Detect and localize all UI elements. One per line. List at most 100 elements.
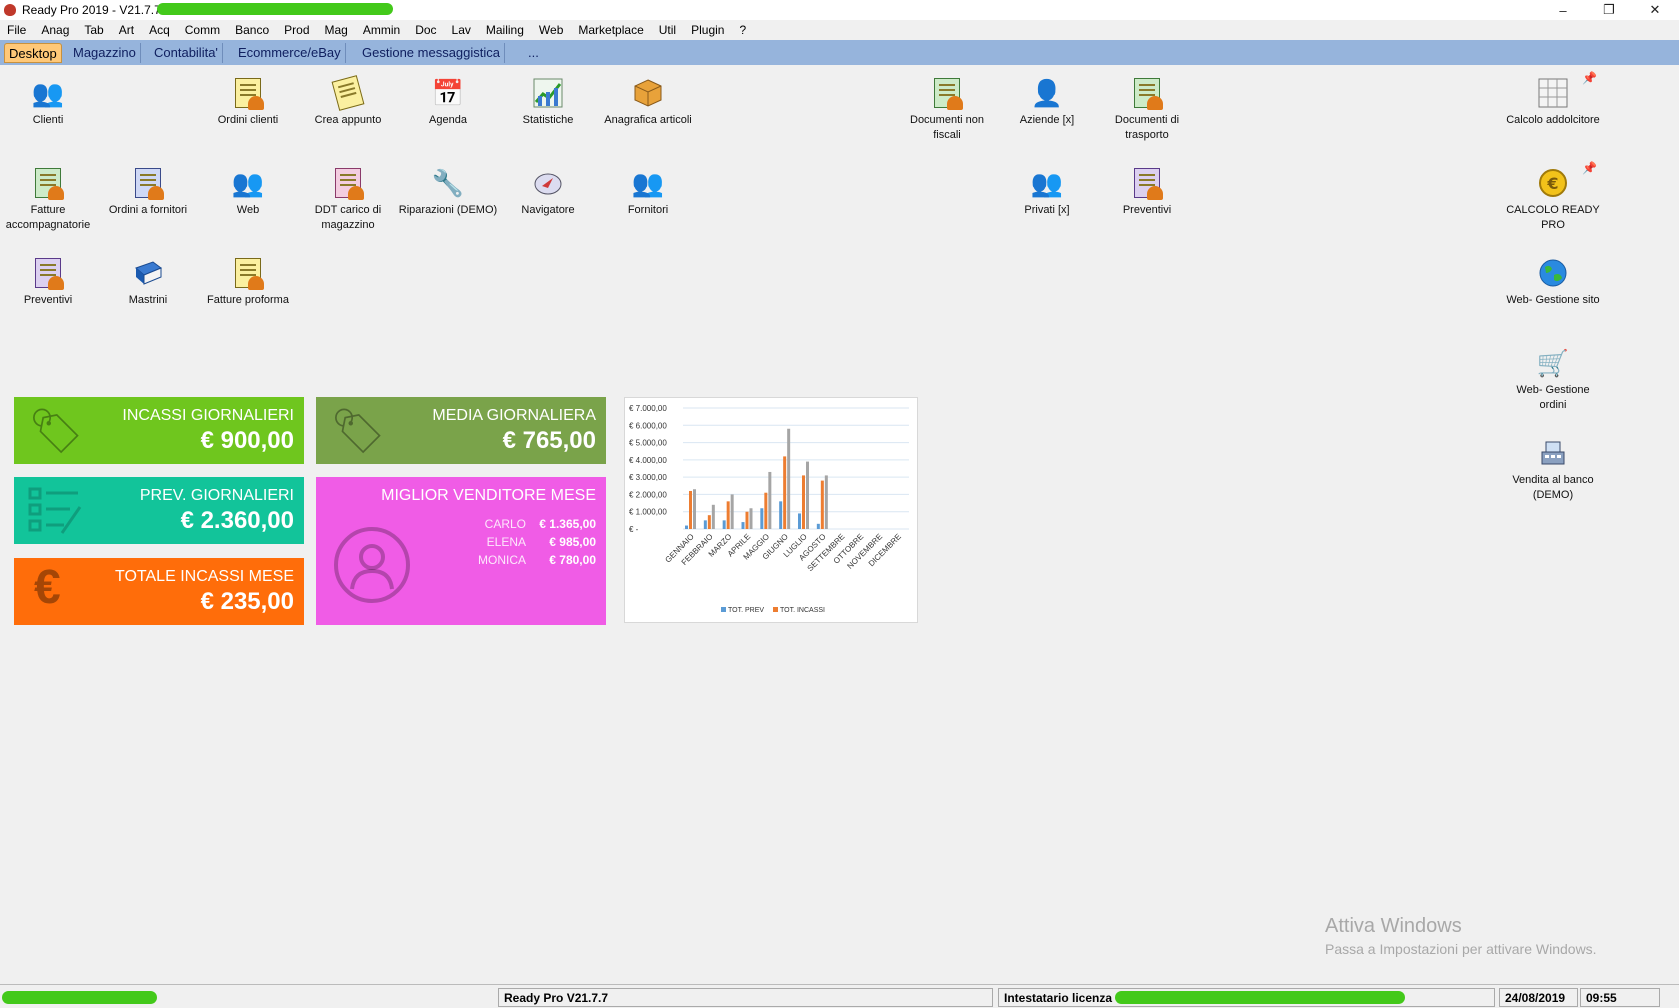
desktop-icon-label: Fornitori (627, 204, 669, 216)
menu-art[interactable]: Art (119, 23, 134, 37)
chart-bar (798, 513, 801, 529)
menu-ammin[interactable]: Ammin (363, 23, 400, 37)
y-tick-label: € - (629, 525, 639, 534)
seller-row: CARLO € 1.365,00 (456, 517, 596, 531)
desktop-icon-preventivi-left[interactable]: Preventivi (0, 257, 98, 308)
supplier-order-icon (132, 167, 164, 200)
desktop-icon-web-gestione-ordini[interactable]: 🛒 Web- Gestione ordini (1503, 347, 1603, 413)
menu-mailing[interactable]: Mailing (486, 23, 524, 37)
tile-title: TOTALE INCASSI MESE (114, 568, 294, 585)
menu-mag[interactable]: Mag (325, 23, 348, 37)
menu-anag[interactable]: Anag (41, 23, 69, 37)
chart-bar (711, 504, 715, 529)
menu-marketplace[interactable]: Marketplace (578, 23, 643, 37)
menu-doc[interactable]: Doc (415, 23, 436, 37)
desktop-icon-web-gestione-sito[interactable]: Web- Gestione sito (1503, 257, 1603, 308)
y-tick-label: € 6.000,00 (629, 421, 667, 430)
desktop-icon-calcolo-ready-pro[interactable]: € CALCOLO READY PRO (1503, 167, 1603, 233)
menu-comm[interactable]: Comm (185, 23, 220, 37)
desktop-icon-label-line1: Web- Gestione (1516, 384, 1590, 396)
tile-totale-incassi-mese[interactable]: € TOTALE INCASSI MESE € 235,00 (14, 558, 304, 625)
tab-desktop[interactable]: Desktop (4, 43, 62, 63)
desktop-icon-anagrafica-articoli[interactable]: Anagrafica articoli (598, 77, 698, 128)
tile-incassi-giornalieri[interactable]: 🏷 INCASSI GIORNALIERI € 900,00 (14, 397, 304, 464)
desktop-icon-ordini-fornitori[interactable]: Ordini a fornitori (98, 167, 198, 218)
redacted-license (1115, 991, 1405, 1004)
globe-icon (1537, 257, 1569, 289)
menu-tab[interactable]: Tab (84, 23, 103, 37)
desktop-icon-documenti-non-fiscali[interactable]: Documenti non fiscali (897, 77, 997, 143)
seller-name: MONICA (478, 553, 526, 567)
menu-banco[interactable]: Banco (235, 23, 269, 37)
desktop-icon-label-line2: accompagnatorie (5, 219, 91, 231)
menu-file[interactable]: File (7, 23, 26, 37)
desktop-icon-label: Mastrini (128, 294, 168, 306)
chart-bar (707, 515, 711, 529)
desktop-icon-web[interactable]: 👥 Web (198, 167, 298, 218)
desktop-icon-label-line1: Vendita al banco (1512, 474, 1594, 486)
tile-value: € 235,00 (200, 588, 294, 615)
tab-contabilita[interactable]: Contabilita' (150, 43, 223, 63)
desktop-icon-label: Preventivi (23, 294, 73, 306)
desktop-icon-crea-appunto[interactable]: Crea appunto (298, 75, 398, 128)
tile-miglior-venditore[interactable]: MIGLIOR VENDITORE MESE CARLO € 1.365,00 … (316, 477, 606, 625)
business-person-icon: 👤 (1030, 78, 1064, 108)
desktop-icon-label: Navigatore (521, 204, 575, 216)
desktop-icon-privati[interactable]: 👥 Privati [x] (997, 167, 1097, 218)
seller-row: ELENA € 985,00 (456, 535, 596, 549)
tab-more[interactable]: ... (524, 43, 543, 63)
menu-util[interactable]: Util (659, 23, 676, 37)
menu-lav[interactable]: Lav (452, 23, 471, 37)
desktop-icon-riparazioni[interactable]: 🔧 Riparazioni (DEMO) (398, 167, 498, 218)
desktop-icon-label: Web- Gestione sito (1506, 294, 1600, 306)
chart-bar (685, 525, 688, 529)
menu-web[interactable]: Web (539, 23, 563, 37)
menu-plugin[interactable]: Plugin (691, 23, 724, 37)
desktop-icon-label: Fatture proforma (207, 294, 289, 306)
shopping-cart-icon: 🛒 (1536, 348, 1570, 378)
tab-ecommerce-ebay[interactable]: Ecommerce/eBay (234, 43, 346, 63)
menu-prod[interactable]: Prod (284, 23, 309, 37)
tile-value: € 765,00 (502, 427, 596, 454)
menu-acq[interactable]: Acq (149, 23, 170, 37)
pin-icon[interactable]: 📌 (1582, 71, 1597, 85)
chart-bar (741, 522, 745, 529)
desktop-icon-label: Agenda (429, 114, 467, 126)
desktop-icon-aziende[interactable]: 👤 Aziende [x] (997, 77, 1097, 128)
desktop-icon-agenda[interactable]: 📅 Agenda (398, 77, 498, 128)
desktop-icon-fatture-accompagnatorie[interactable]: Fatture accompagnatorie (0, 167, 98, 233)
restore-button[interactable]: ❐ (1586, 0, 1632, 20)
tab-magazzino[interactable]: Magazzino (69, 43, 141, 63)
desktop-icon-fornitori[interactable]: 👥 Fornitori (598, 167, 698, 218)
desktop-icon-ddt-carico[interactable]: DDT carico di magazzino (298, 167, 398, 233)
activation-watermark-title: Attiva Windows (1325, 915, 1462, 937)
minimize-button[interactable]: – (1540, 0, 1586, 20)
chart-bar (779, 501, 783, 529)
desktop-icon-preventivi-right[interactable]: Preventivi (1097, 167, 1197, 218)
money-tag-icon: 🏷 (330, 407, 386, 456)
desktop-icon-label-line2: magazzino (321, 219, 375, 231)
tile-prev-giornalieri[interactable]: PREV. GIORNALIERI € 2.360,00 (14, 477, 304, 544)
seller-name: ELENA (486, 535, 526, 549)
y-tick-label: € 2.000,00 (629, 490, 667, 499)
desktop-icon-label-line1: Fatture (30, 204, 66, 216)
status-time: 09:55 (1580, 988, 1660, 1007)
chart-bar (820, 480, 824, 529)
tab-gestione-messaggistica[interactable]: Gestione messaggistica (358, 43, 506, 63)
menu-help[interactable]: ? (739, 23, 746, 37)
desktop-icon-mastrini[interactable]: Mastrini (98, 257, 198, 308)
tile-title: PREV. GIORNALIERI (139, 487, 294, 504)
close-button[interactable]: ✕ (1632, 0, 1678, 20)
desktop-icon-documenti-trasporto[interactable]: Documenti di trasporto (1097, 77, 1197, 143)
desktop-icon-ordini-clienti[interactable]: Ordini clienti (198, 77, 298, 128)
chart-bar (760, 508, 764, 529)
desktop-icon-vendita-banco[interactable]: Vendita al banco (DEMO) (1503, 437, 1603, 503)
desktop-icon-statistiche[interactable]: Statistiche (498, 77, 598, 128)
pin-icon[interactable]: 📌 (1582, 161, 1597, 175)
desktop-icon-fatture-proforma[interactable]: Fatture proforma (198, 257, 298, 308)
tile-title: MIGLIOR VENDITORE MESE (381, 487, 596, 504)
chart-bar (693, 489, 696, 529)
desktop-icon-clienti[interactable]: 👥 Clienti (0, 77, 98, 128)
desktop-icon-navigatore[interactable]: Navigatore (498, 167, 598, 218)
tile-media-giornaliera[interactable]: 🏷 MEDIA GIORNALIERA € 765,00 (316, 397, 606, 464)
